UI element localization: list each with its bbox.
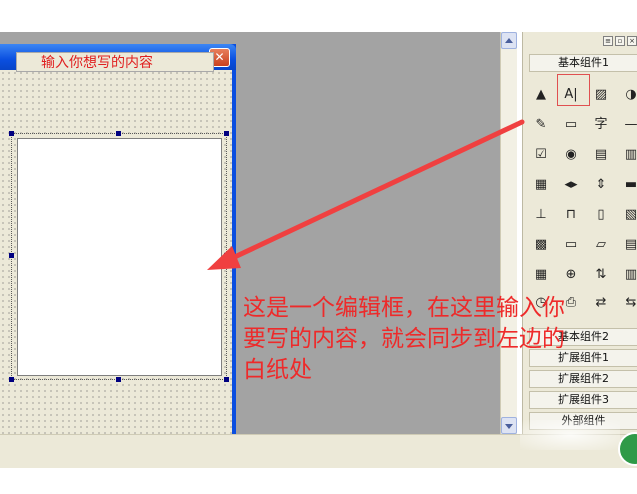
status-bar-tool-icon: ▭: [564, 237, 578, 252]
spinner-tool-icon: ⇕: [595, 177, 607, 192]
tool-button[interactable]: ⊕: [559, 264, 583, 286]
tool-button[interactable]: ◂▸: [559, 174, 583, 196]
scroll-down-button[interactable]: [501, 417, 517, 434]
tool-button[interactable]: ▥: [619, 264, 637, 286]
resize-handle-top-right[interactable]: [224, 131, 229, 136]
tool-button[interactable]: ▱: [589, 234, 613, 256]
progress-tool-icon: ▬: [624, 177, 637, 192]
label-tool-icon: 字: [594, 117, 608, 132]
tool-button[interactable]: ▭: [559, 234, 583, 256]
calendar-tool-icon: ▩: [534, 237, 548, 252]
picture-tool-icon: ▨: [594, 87, 608, 102]
edit-box-tool-highlight: [557, 74, 590, 106]
toolbox-title-bar: ≡ ▫ ×: [523, 32, 637, 52]
tool-button[interactable]: ▨: [589, 84, 613, 106]
toolbox-restore-icon[interactable]: ▫: [615, 36, 625, 46]
resize-handle-bottom-right[interactable]: [224, 377, 229, 382]
network-tool-icon: ⊕: [565, 267, 577, 282]
table-tool-icon: ▥: [624, 267, 637, 282]
listbox-tool-icon: ▤: [594, 147, 608, 162]
pointer-tool-icon: ▲: [536, 87, 546, 102]
annotation-line-2: 要写的内容，就会同步到左边的: [243, 326, 565, 352]
annotation-line-3: 白纸处: [243, 357, 312, 383]
tool-button[interactable]: ▤: [589, 144, 613, 166]
tool-button[interactable]: ⇕: [589, 174, 613, 196]
tool-button[interactable]: ◑: [619, 84, 637, 106]
color-tool-icon: ▦: [534, 267, 548, 282]
scroll-down-icon: [505, 424, 513, 429]
tool-button[interactable]: ⊓: [559, 204, 583, 226]
tool-button[interactable]: ▩: [529, 234, 553, 256]
annotation-line-1: 这是一个编辑框，在这里输入你: [243, 295, 565, 321]
tool-button[interactable]: ▯: [589, 204, 613, 226]
button-tool-icon: ▭: [564, 117, 578, 132]
dir-tool-icon: ▱: [596, 237, 606, 252]
label-control[interactable]: 输入你想写的内容: [16, 52, 214, 72]
tab-tool-icon: ⊓: [565, 207, 577, 222]
tool-button[interactable]: ▬: [619, 174, 637, 196]
scroll-up-icon: [505, 38, 513, 43]
tool-button[interactable]: ◉: [559, 144, 583, 166]
label-control-text: 输入你想写的内容: [41, 55, 153, 71]
shape-tool-icon: ◑: [625, 87, 637, 102]
edit-box-control[interactable]: [17, 138, 222, 376]
scroll-up-button[interactable]: [501, 32, 517, 49]
range-tool-icon: ⇅: [595, 267, 607, 282]
file-tool-icon: ▤: [624, 237, 637, 252]
tool-button[interactable]: ▭: [559, 114, 583, 136]
tool-button[interactable]: ▥: [619, 144, 637, 166]
tool-button[interactable]: 字: [589, 114, 613, 136]
tool-button[interactable]: ▧: [619, 204, 637, 226]
resize-handle-bottom-left[interactable]: [9, 377, 14, 382]
frame-tool-icon: ▯: [597, 207, 605, 222]
tool-button[interactable]: ▦: [529, 264, 553, 286]
category-ext-3[interactable]: 扩展组件3: [529, 391, 637, 409]
toolbox-close-icon[interactable]: ×: [627, 36, 637, 46]
tool-button[interactable]: ⇅: [589, 264, 613, 286]
resize-handle-top[interactable]: [116, 131, 121, 136]
slider-tool-icon: ⊥: [535, 207, 547, 222]
line-tool-icon: —: [624, 117, 637, 132]
category-basic-1[interactable]: 基本组件1: [529, 54, 637, 72]
resize-handle-right[interactable]: [224, 253, 229, 258]
tool-button[interactable]: ▦: [529, 174, 553, 196]
watermark-blur: [520, 420, 620, 450]
resize-handle-left[interactable]: [9, 253, 14, 258]
designer-screen: ✕ 输入你想写的内容 ≡ ▫ × 基本组件1 基本组件2 扩展组件1 扩展组件2…: [0, 0, 637, 494]
tool-button[interactable]: —: [619, 114, 637, 136]
resize-handle-bottom[interactable]: [116, 377, 121, 382]
annotation-text: 这是一个编辑框，在这里输入你 要写的内容，就会同步到左边的 白纸处: [243, 293, 633, 386]
tool-button[interactable]: ▤: [619, 234, 637, 256]
toolbox-menu-icon[interactable]: ≡: [603, 36, 613, 46]
pen-tool-icon: ✎: [535, 117, 547, 132]
combo-tool-icon: ▥: [624, 147, 637, 162]
image-list-tool-icon: ▧: [624, 207, 637, 222]
tool-button[interactable]: ✎: [529, 114, 553, 136]
resize-handle-top-left[interactable]: [9, 131, 14, 136]
tool-button[interactable]: ▲: [529, 84, 553, 106]
tool-button[interactable]: ⊥: [529, 204, 553, 226]
grid-tool-icon: ▦: [534, 177, 548, 192]
radio-tool-icon: ◉: [565, 147, 577, 162]
tool-button[interactable]: ☑: [529, 144, 553, 166]
checkbox-tool-icon: ☑: [535, 147, 547, 162]
hscroll-tool-icon: ◂▸: [564, 177, 578, 192]
